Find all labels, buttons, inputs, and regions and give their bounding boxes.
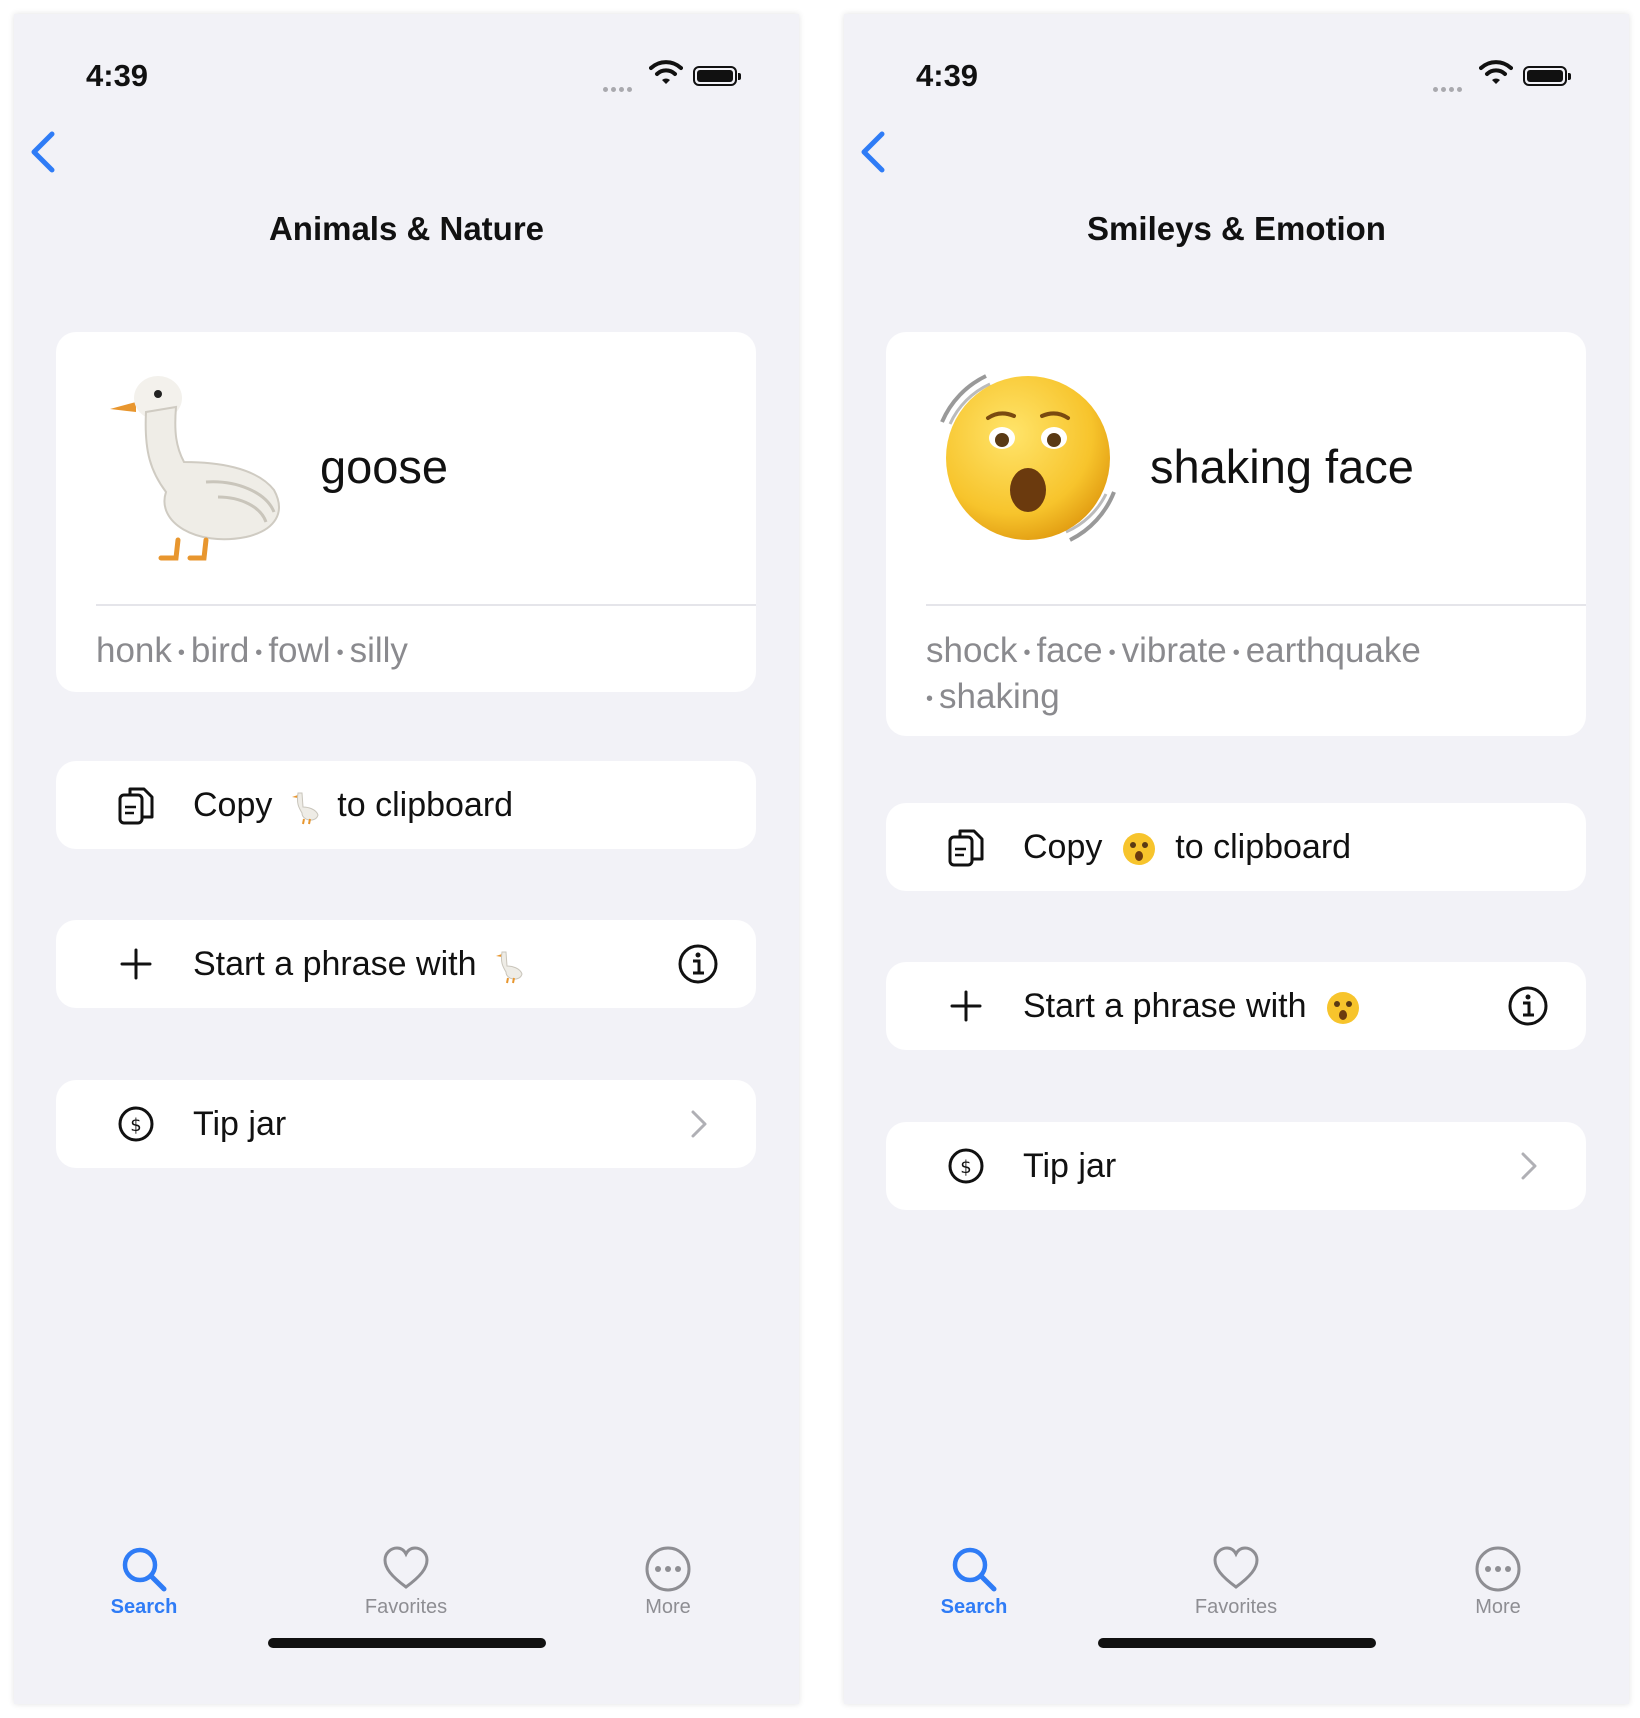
emoji-tags: shock • face • vibrate • earthquake • shaking [926,631,1421,716]
emoji-name: shaking face [1150,440,1414,493]
copy-label-prefix: Copy [193,786,273,824]
svg-text:$: $ [130,1115,141,1136]
tag: shaking [939,676,1060,716]
start-phrase-button[interactable]: Start a phrase with [56,920,756,1008]
copy-label-suffix: to clipboard [337,786,514,824]
divider [926,604,1586,606]
search-icon [122,1547,167,1592]
info-icon[interactable] [676,942,720,986]
tab-search[interactable]: Search [904,1544,1044,1619]
plus-icon [120,948,152,980]
shaking-face-emoji-icon [940,374,1116,542]
tab-favorites[interactable]: Favorites [1166,1544,1306,1619]
goose-emoji-icon [110,376,280,561]
tip-jar-label: Tip jar [1023,1147,1117,1185]
emoji-name: goose [320,440,449,493]
copy-label-suffix: to clipboard [1175,828,1352,866]
status-time: 4:39 [86,58,149,93]
page-title: Animals & Nature [268,210,545,247]
tag: bird [190,631,250,670]
goose-emoji-icon [291,792,319,825]
dollar-circle-icon: $ [948,1148,984,1184]
tip-jar-label: Tip jar [193,1105,287,1143]
tag: fowl [268,631,331,670]
tab-more[interactable]: More [1428,1544,1568,1619]
goose-emoji-icon [495,951,523,984]
clipboard-icon [948,829,984,867]
tab-search[interactable]: Search [74,1544,214,1619]
phrase-label-text: Start a phrase with [193,945,477,983]
home-indicator[interactable] [268,1638,546,1648]
copy-label: Copy to clipboard [193,781,513,829]
signal-icon [603,79,635,97]
copy-label-prefix: Copy [1023,828,1103,866]
signal-icon [1433,79,1465,97]
emoji-tags: honk • bird • fowl • silly [96,631,408,670]
back-chevron-icon[interactable] [858,130,888,174]
tag: shock [926,631,1018,670]
tab-label: More [1475,1596,1521,1618]
wifi-icon [1479,60,1513,84]
copy-to-clipboard-button[interactable]: Copy to clipboard [56,761,756,849]
battery-icon [1523,66,1571,86]
phrase-label-text: Start a phrase with [1023,987,1307,1025]
heart-icon [1213,1546,1259,1589]
heart-icon [383,1546,429,1589]
tab-bar: Search Favorites More [844,1544,1629,1624]
info-icon[interactable] [1506,984,1550,1028]
tab-more[interactable]: More [598,1544,738,1619]
shaking-face-emoji-icon [1326,992,1359,1025]
search-icon [952,1547,997,1592]
chevron-right-icon [691,1110,707,1138]
tag: vibrate [1121,631,1227,670]
svg-text:$: $ [960,1157,971,1178]
tab-bar: Search Favorites More [14,1544,799,1624]
tip-jar-button[interactable]: $ Tip jar [56,1080,756,1168]
home-indicator[interactable] [1098,1638,1376,1648]
back-chevron-icon[interactable] [28,130,58,174]
wifi-icon [649,60,683,84]
tab-favorites[interactable]: Favorites [336,1544,476,1619]
clipboard-icon [118,787,154,825]
more-ellipsis-icon [645,1546,691,1592]
plus-icon [950,990,982,1022]
tab-label: More [645,1596,691,1618]
dollar-circle-icon: $ [118,1106,154,1142]
start-phrase-button[interactable]: Start a phrase with [886,962,1586,1050]
phone-screen-goose: 4:39 Animals & Nature goose honk • bird • fo… [14,14,799,1704]
tag: face [1036,631,1103,670]
tab-label: Search [940,1596,1008,1618]
tag: honk [96,631,172,670]
shaking-face-emoji-icon [1122,833,1155,866]
emoji-detail-card: goose honk • bird • fowl • silly [56,332,756,692]
tag: earthquake [1245,631,1421,670]
divider [96,604,756,606]
phrase-label: Start a phrase with [193,940,532,988]
emoji-detail-card: shaking face shock • face • vibrate • earthqua… [886,332,1586,736]
tab-label: Search [110,1596,178,1618]
battery-icon [693,66,741,86]
status-icons [1433,59,1593,92]
page-title: Smileys & Emotion [1087,210,1386,247]
tag: silly [349,631,408,670]
phrase-label: Start a phrase with [1023,982,1370,1030]
more-ellipsis-icon [1475,1546,1521,1592]
tip-jar-button[interactable]: $ Tip jar [886,1122,1586,1210]
tab-label: Favorites [364,1596,448,1618]
copy-label: Copy to clipboard [1023,823,1351,871]
status-icons [603,59,763,92]
chevron-right-icon [1521,1152,1537,1180]
status-time: 4:39 [916,58,979,93]
copy-to-clipboard-button[interactable]: Copy to clipboard [886,803,1586,891]
tab-label: Favorites [1194,1596,1278,1618]
phone-screen-shaking-face: 4:39 Smileys & Emotion shaking face shoc… [844,14,1629,1704]
